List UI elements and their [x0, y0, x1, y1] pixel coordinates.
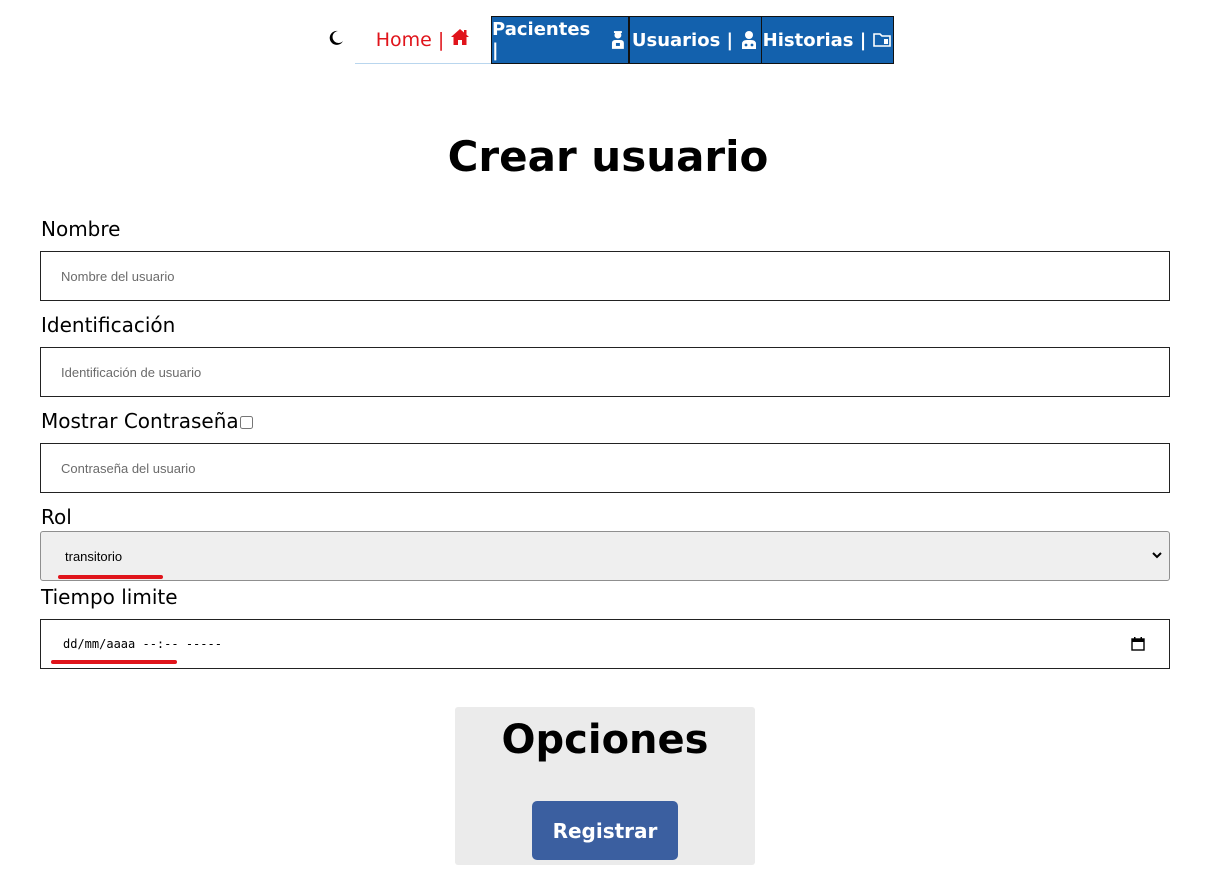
tiempo-limite-value: dd/mm/aaaa --:-- -----: [63, 637, 222, 651]
folder-icon: [873, 33, 892, 47]
page-title: Crear usuario: [447, 132, 769, 181]
calendar-icon[interactable]: [1131, 637, 1145, 651]
mostrar-contrasena-checkbox[interactable]: [240, 416, 253, 429]
nav-pacientes-button[interactable]: Pacientes |: [491, 16, 629, 64]
nombre-input[interactable]: [40, 251, 1170, 301]
rol-annotation-underline: [58, 575, 163, 579]
nav-pacientes-label: Pacientes |: [492, 19, 591, 61]
register-button[interactable]: Registrar: [532, 801, 678, 860]
doctor-user-icon: [742, 31, 757, 49]
chevron-down-icon: [1152, 552, 1162, 559]
nav-home-link[interactable]: Home |: [355, 16, 491, 64]
moon-icon[interactable]: [326, 28, 346, 48]
rol-label: Rol: [41, 505, 72, 529]
nav-historias-label: Historias |: [762, 29, 867, 51]
options-panel: Opciones Registrar: [455, 707, 755, 865]
identificacion-label: Identificación: [41, 313, 176, 337]
nav-usuarios-label: Usuarios |: [631, 29, 734, 51]
top-nav: Home | Pacientes | Usuarios | Historias …: [0, 16, 1216, 64]
mostrar-contrasena-label: Mostrar Contraseña: [41, 409, 239, 433]
tiempo-limite-label: Tiempo limite: [41, 585, 178, 609]
home-icon: [451, 28, 470, 45]
rol-select[interactable]: transitorio: [40, 531, 1170, 581]
nav-historias-button[interactable]: Historias |: [761, 16, 894, 64]
identificacion-input[interactable]: [40, 347, 1170, 397]
contrasena-input[interactable]: [40, 443, 1170, 493]
nav-usuarios-button[interactable]: Usuarios |: [629, 16, 762, 64]
nav-home-label: Home |: [375, 28, 445, 51]
options-title: Opciones: [501, 717, 709, 763]
patient-icon: [612, 31, 625, 49]
tiempo-annotation-underline: [51, 660, 177, 664]
tiempo-limite-input[interactable]: dd/mm/aaaa --:-- -----: [40, 619, 1170, 669]
nombre-label: Nombre: [41, 217, 121, 241]
rol-selected-value: transitorio: [65, 548, 123, 564]
